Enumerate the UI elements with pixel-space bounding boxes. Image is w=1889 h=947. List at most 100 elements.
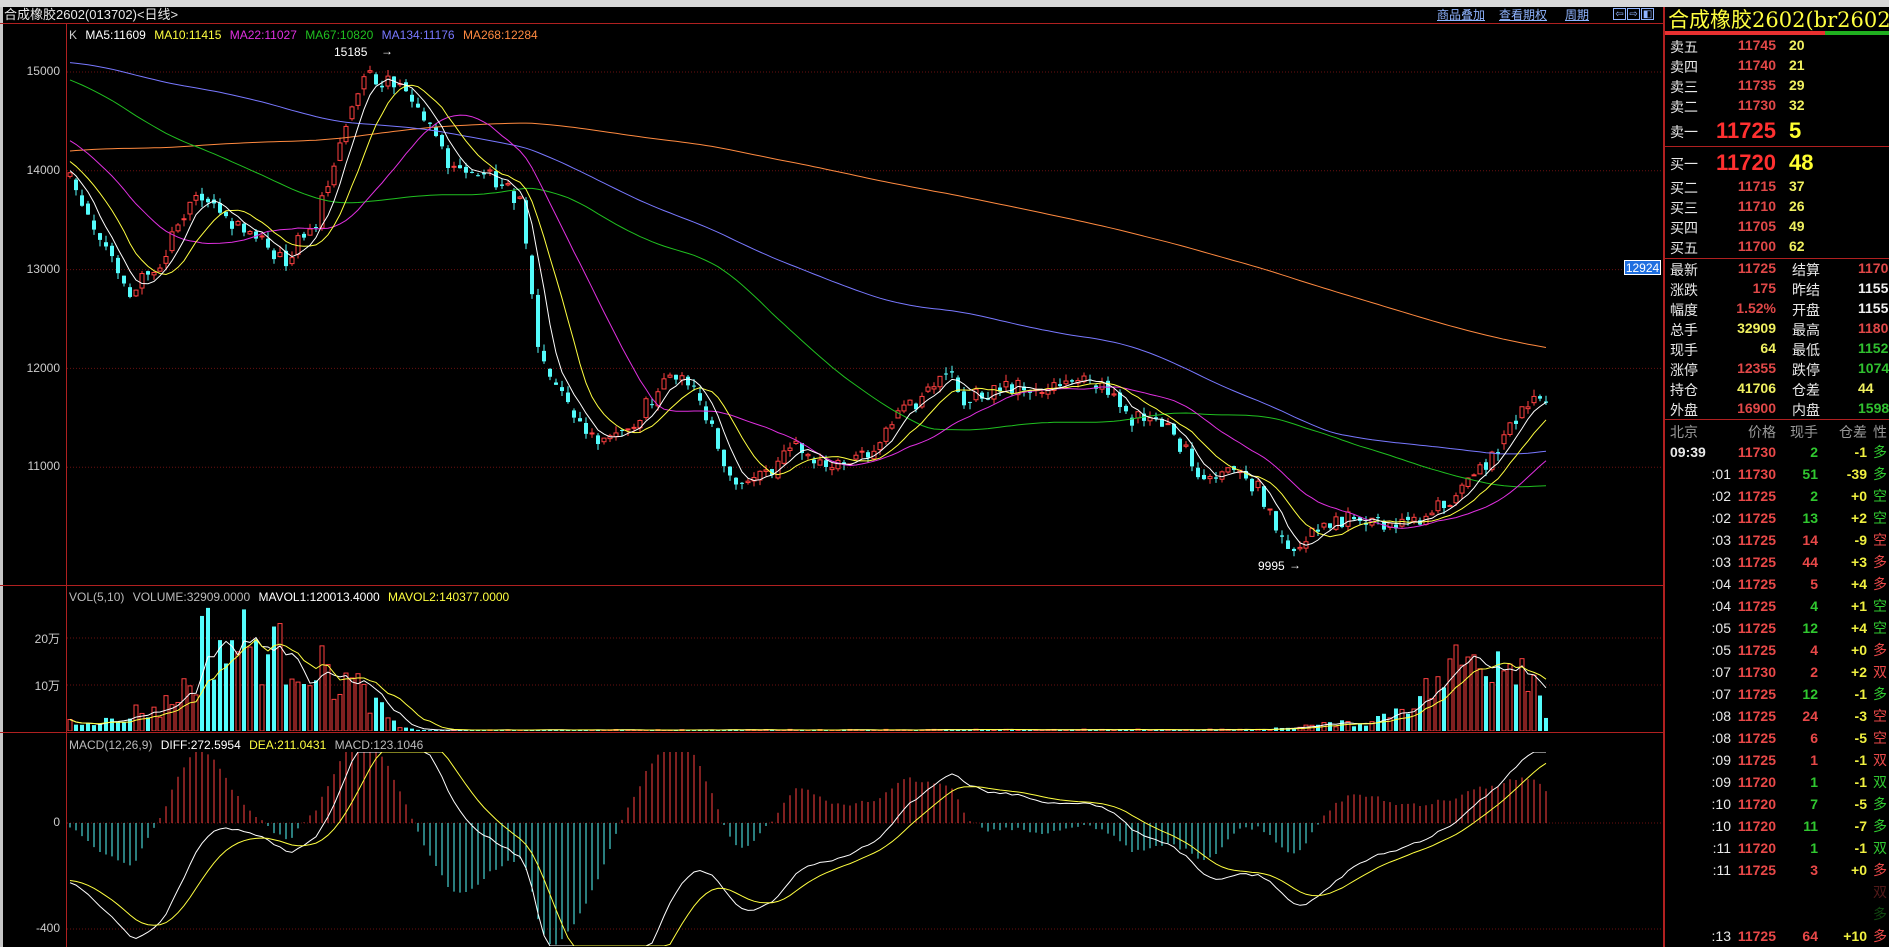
tick-row[interactable]: 双: [1665, 884, 1889, 902]
candle-body: [242, 223, 246, 233]
volume-bar: [1423, 678, 1429, 731]
tick-oi-change: -1: [1854, 752, 1867, 768]
tick-oi-change: -39: [1846, 466, 1867, 482]
volume-bar: [1519, 658, 1525, 731]
volume-bar: [146, 717, 150, 731]
stat-label: 结算: [1792, 262, 1820, 278]
tick-row[interactable]: :04 11725 4 +1 空: [1665, 598, 1889, 616]
candle-body: [505, 183, 511, 186]
tick-time: :05: [1711, 620, 1731, 636]
tick-nature: 空: [1873, 708, 1887, 724]
candle-body: [230, 221, 234, 229]
tick-row[interactable]: :09 11725 1 -1 双: [1665, 752, 1889, 770]
tick-row[interactable]: :02 11725 13 +2 空: [1665, 510, 1889, 528]
link-overlay-commodity[interactable]: 商品叠加: [1437, 7, 1485, 23]
volume-bar: [355, 673, 361, 731]
tick-row[interactable]: :07 11725 12 -1 多: [1665, 686, 1889, 704]
tick-row[interactable]: :02 11725 2 +0 空: [1665, 488, 1889, 506]
tick-row[interactable]: :10 11720 11 -7 多: [1665, 818, 1889, 836]
volume-bar: [1465, 656, 1471, 731]
tick-row[interactable]: :03 11725 14 -9 空: [1665, 532, 1889, 550]
candle-body: [218, 203, 222, 213]
tick-nature: 空: [1873, 620, 1887, 636]
tick-row[interactable]: :11 11720 1 -1 双: [1665, 840, 1889, 858]
tick-price: 11725: [1737, 620, 1776, 636]
tick-nature: 空: [1873, 510, 1887, 526]
arrow-right-icon[interactable]: ⇨: [1627, 8, 1640, 20]
volume-bar: [1538, 695, 1542, 731]
tick-row[interactable]: :04 11725 5 +4 多: [1665, 576, 1889, 594]
volume-bar: [104, 717, 108, 731]
link-view-options[interactable]: 查看期权: [1499, 7, 1547, 23]
tick-row[interactable]: :10 11720 7 -5 多: [1665, 796, 1889, 814]
tick-price: 11725: [1737, 488, 1776, 504]
tick-row[interactable]: :03 11725 44 +3 多: [1665, 554, 1889, 572]
tick-nature: 多: [1873, 862, 1887, 878]
tick-time: :13: [1711, 928, 1731, 944]
tick-price: 11730: [1737, 466, 1776, 482]
tick-row[interactable]: :11 11725 3 +0 多: [1665, 862, 1889, 880]
volume-bar: [349, 677, 355, 731]
price-tick: 15000: [26, 64, 60, 78]
candle-body: [829, 467, 835, 471]
tick-row[interactable]: :13 11725 64 +10 多: [1665, 928, 1889, 946]
candle-body: [962, 391, 966, 406]
tick-nature: 多: [1873, 818, 1887, 834]
tick-header-time: 北京: [1670, 424, 1698, 440]
volume-bar: [319, 645, 325, 731]
candle-body: [1070, 380, 1074, 382]
candle-body: [1178, 438, 1182, 452]
tick-row[interactable]: :07 11730 2 +2 双: [1665, 664, 1889, 682]
candle-body: [476, 175, 480, 177]
candle-body: [464, 166, 468, 173]
candle-body: [728, 466, 732, 476]
tick-oi-change: -7: [1854, 818, 1867, 834]
ask-row-3: 卖三 11735 29: [1665, 77, 1889, 99]
candle-body: [1207, 476, 1213, 480]
stat-label: 最低: [1792, 342, 1820, 358]
tick-oi-change: +1: [1851, 598, 1867, 614]
tick-time: :03: [1711, 532, 1731, 548]
volume-bar: [235, 651, 241, 731]
volume-bar: [242, 609, 246, 731]
candle-body: [1255, 480, 1261, 489]
candle-body: [625, 428, 631, 431]
buy-sell-ratio-bar-green: [1825, 31, 1889, 35]
macd-legend-macd: MACD:123.1046: [334, 738, 424, 752]
volume-bar: [859, 729, 865, 731]
tick-row[interactable]: 09:39 11730 2 -1 多: [1665, 444, 1889, 462]
volume-bar: [1429, 698, 1435, 731]
candle-body: [74, 179, 78, 191]
candle-body: [128, 287, 132, 297]
kline-chart[interactable]: [0, 0, 1663, 947]
ask-price: 11730: [1737, 97, 1776, 113]
tick-row[interactable]: :09 11720 1 -1 双: [1665, 774, 1889, 792]
tick-row[interactable]: :01 11730 51 -39 多: [1665, 466, 1889, 484]
tick-nature: 多: [1873, 576, 1887, 592]
candle-body: [901, 404, 907, 412]
candle-body: [1286, 540, 1290, 549]
volume-bar: [991, 729, 997, 731]
tick-row[interactable]: :08 11725 6 -5 空: [1665, 730, 1889, 748]
stat-label: 持仓: [1670, 382, 1698, 398]
tick-row[interactable]: 多: [1665, 906, 1889, 924]
link-period[interactable]: 周期: [1565, 7, 1589, 23]
volume-bar: [1352, 726, 1356, 731]
stat-value: 44: [1858, 380, 1874, 396]
grid-lines: [67, 71, 1663, 930]
tick-row[interactable]: :05 11725 4 +0 多: [1665, 642, 1889, 660]
tick-price: 11725: [1737, 928, 1776, 944]
tick-row[interactable]: :08 11725 24 -3 空: [1665, 708, 1889, 726]
arrow-left-icon[interactable]: ⇦: [1613, 8, 1626, 20]
candle-body: [560, 387, 564, 392]
macd-legend: MACD(12,26,9) DIFF:272.5954 DEA:211.0431…: [69, 738, 428, 752]
volume-bar: [80, 724, 84, 731]
volume-bar: [74, 724, 78, 731]
candle-body: [661, 378, 667, 390]
candle-body: [512, 191, 516, 203]
vol-tick: 20万: [34, 632, 60, 646]
panel-toggle-icon[interactable]: ◧: [1641, 8, 1654, 20]
volume-bar: [1094, 730, 1098, 731]
candle-body: [601, 437, 607, 443]
tick-row[interactable]: :05 11725 12 +4 空: [1665, 620, 1889, 638]
